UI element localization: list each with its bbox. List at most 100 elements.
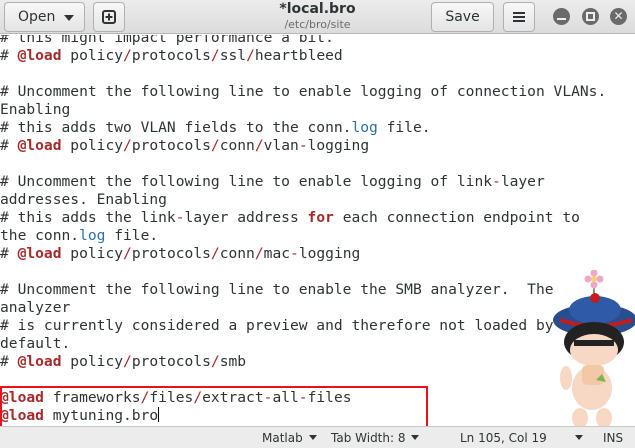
code-token: analyzer xyxy=(0,299,71,316)
code-token: / xyxy=(123,47,132,64)
cursor-position-label: Ln 105, Col 19 xyxy=(460,431,547,445)
code-line[interactable]: # Uncomment the following line to enable… xyxy=(0,83,606,101)
code-token: / xyxy=(246,47,255,64)
code-token: # xyxy=(0,137,18,154)
chevron-down-icon xyxy=(308,435,317,440)
code-token: heartbleed xyxy=(254,47,343,64)
minimize-icon xyxy=(557,18,566,20)
code-token: # xyxy=(0,47,18,64)
code-token: protocols xyxy=(131,245,211,262)
code-line[interactable]: # this might impact performance a bit. xyxy=(0,35,606,47)
code-token: addresses. Enabling xyxy=(0,191,167,208)
open-button[interactable]: Open xyxy=(4,2,85,32)
code-token: conn xyxy=(219,137,255,154)
mascot-sticker xyxy=(553,270,635,426)
code-content[interactable]: # this might impact performance a bit. # … xyxy=(0,35,606,425)
code-token: - xyxy=(175,209,185,226)
code-token: layer address xyxy=(184,209,308,226)
code-token: # xyxy=(0,245,18,262)
code-token: mac xyxy=(263,245,291,262)
new-document-button[interactable] xyxy=(93,2,125,32)
code-token: the conn. xyxy=(0,227,80,244)
code-token: @load xyxy=(17,353,62,370)
code-token: - xyxy=(492,173,501,190)
code-token: / xyxy=(210,137,220,154)
code-token: # Uncomment the following line to enable… xyxy=(0,281,554,298)
code-line[interactable]: # @load policy/protocols/conn/mac-loggin… xyxy=(0,245,606,263)
code-token: policy xyxy=(61,47,124,64)
code-token: log xyxy=(351,119,378,136)
save-button-label: Save xyxy=(445,9,480,25)
code-token: protocols xyxy=(131,353,211,370)
code-token: file. xyxy=(105,227,159,244)
code-token: policy xyxy=(61,245,124,262)
code-line[interactable]: # @load policy/protocols/conn/vlan-loggi… xyxy=(0,137,606,155)
close-button[interactable]: ✕ xyxy=(610,8,627,25)
code-token: default. xyxy=(0,335,71,352)
save-button[interactable]: Save xyxy=(431,2,494,32)
code-line[interactable]: # is currently considered a preview and … xyxy=(0,317,606,335)
code-line[interactable] xyxy=(0,155,606,173)
code-line[interactable] xyxy=(0,263,606,281)
code-token: each connection endpoint to xyxy=(333,209,580,226)
maximize-button[interactable] xyxy=(582,8,599,25)
hamburger-menu-icon xyxy=(513,12,525,22)
insert-mode-indicator[interactable]: INS xyxy=(603,430,623,446)
code-line[interactable]: # Uncomment the following line to enable… xyxy=(0,281,606,299)
code-line[interactable]: # @load policy/protocols/smb xyxy=(0,353,606,371)
language-label: Matlab xyxy=(262,431,303,445)
code-line[interactable]: default. xyxy=(0,335,606,353)
code-token: / xyxy=(123,245,132,262)
code-token: file. xyxy=(377,119,431,136)
code-token: logging xyxy=(298,245,361,262)
code-line[interactable]: # @load policy/protocols/ssl/heartbleed xyxy=(0,47,606,65)
code-token: / xyxy=(210,245,220,262)
code-token: smb xyxy=(219,353,247,370)
code-line[interactable] xyxy=(0,65,606,83)
code-token: logging xyxy=(307,137,370,154)
code-token: ssl xyxy=(219,47,247,64)
code-token: # Uncomment the following line to enable… xyxy=(0,173,493,190)
code-token: / xyxy=(254,137,264,154)
header-bar: Open *local.bro /etc/bro/site Save ✕ xyxy=(0,0,635,34)
code-token: / xyxy=(210,47,220,64)
language-selector[interactable]: Matlab xyxy=(262,430,317,446)
document-title: *local.bro xyxy=(279,1,356,17)
code-token: - xyxy=(298,137,308,154)
code-token: / xyxy=(254,245,264,262)
minimize-button[interactable] xyxy=(553,8,570,25)
code-line[interactable]: the conn.log file. xyxy=(0,227,606,245)
chevron-down-icon xyxy=(574,435,583,440)
code-token: # this adds the link xyxy=(0,209,176,226)
tab-width-label: Tab Width: 8 xyxy=(331,431,406,445)
insert-mode-label: INS xyxy=(603,431,624,445)
code-line[interactable]: # Uncomment the following line to enable… xyxy=(0,173,606,191)
code-token: @load xyxy=(17,47,62,64)
code-line[interactable]: # this adds the link-layer address for e… xyxy=(0,209,606,227)
code-line[interactable]: analyzer xyxy=(0,299,606,317)
code-token: / xyxy=(210,353,220,370)
code-token: protocols xyxy=(131,47,211,64)
chevron-down-icon xyxy=(64,15,74,21)
text-editor[interactable]: # this might impact performance a bit. # … xyxy=(0,35,635,426)
cursor-position-selector[interactable]: Ln 105, Col 19 xyxy=(460,430,583,446)
code-token: for xyxy=(307,209,334,226)
code-token: / xyxy=(123,353,132,370)
hamburger-menu-button[interactable] xyxy=(503,2,535,32)
code-token: # this might impact performance a bit. xyxy=(0,35,334,46)
code-token: # Uncomment the following line to enable… xyxy=(0,83,607,100)
code-line[interactable]: # this adds two VLAN fields to the conn.… xyxy=(0,119,606,137)
code-line[interactable]: Enabling xyxy=(0,101,606,119)
code-token: # is currently considered a preview and … xyxy=(0,317,554,334)
highlight-annotation-box xyxy=(0,386,428,426)
open-button-label: Open xyxy=(18,9,56,25)
code-line[interactable]: addresses. Enabling xyxy=(0,191,606,209)
code-token: # this adds two VLAN fields to the conn. xyxy=(0,119,352,136)
code-token: log xyxy=(79,227,106,244)
code-token: layer xyxy=(500,173,545,190)
close-icon: ✕ xyxy=(613,9,624,23)
tab-width-selector[interactable]: Tab Width: 8 xyxy=(331,430,420,446)
code-token: policy xyxy=(61,353,124,370)
code-token: conn xyxy=(219,245,255,262)
new-document-icon xyxy=(102,10,116,24)
